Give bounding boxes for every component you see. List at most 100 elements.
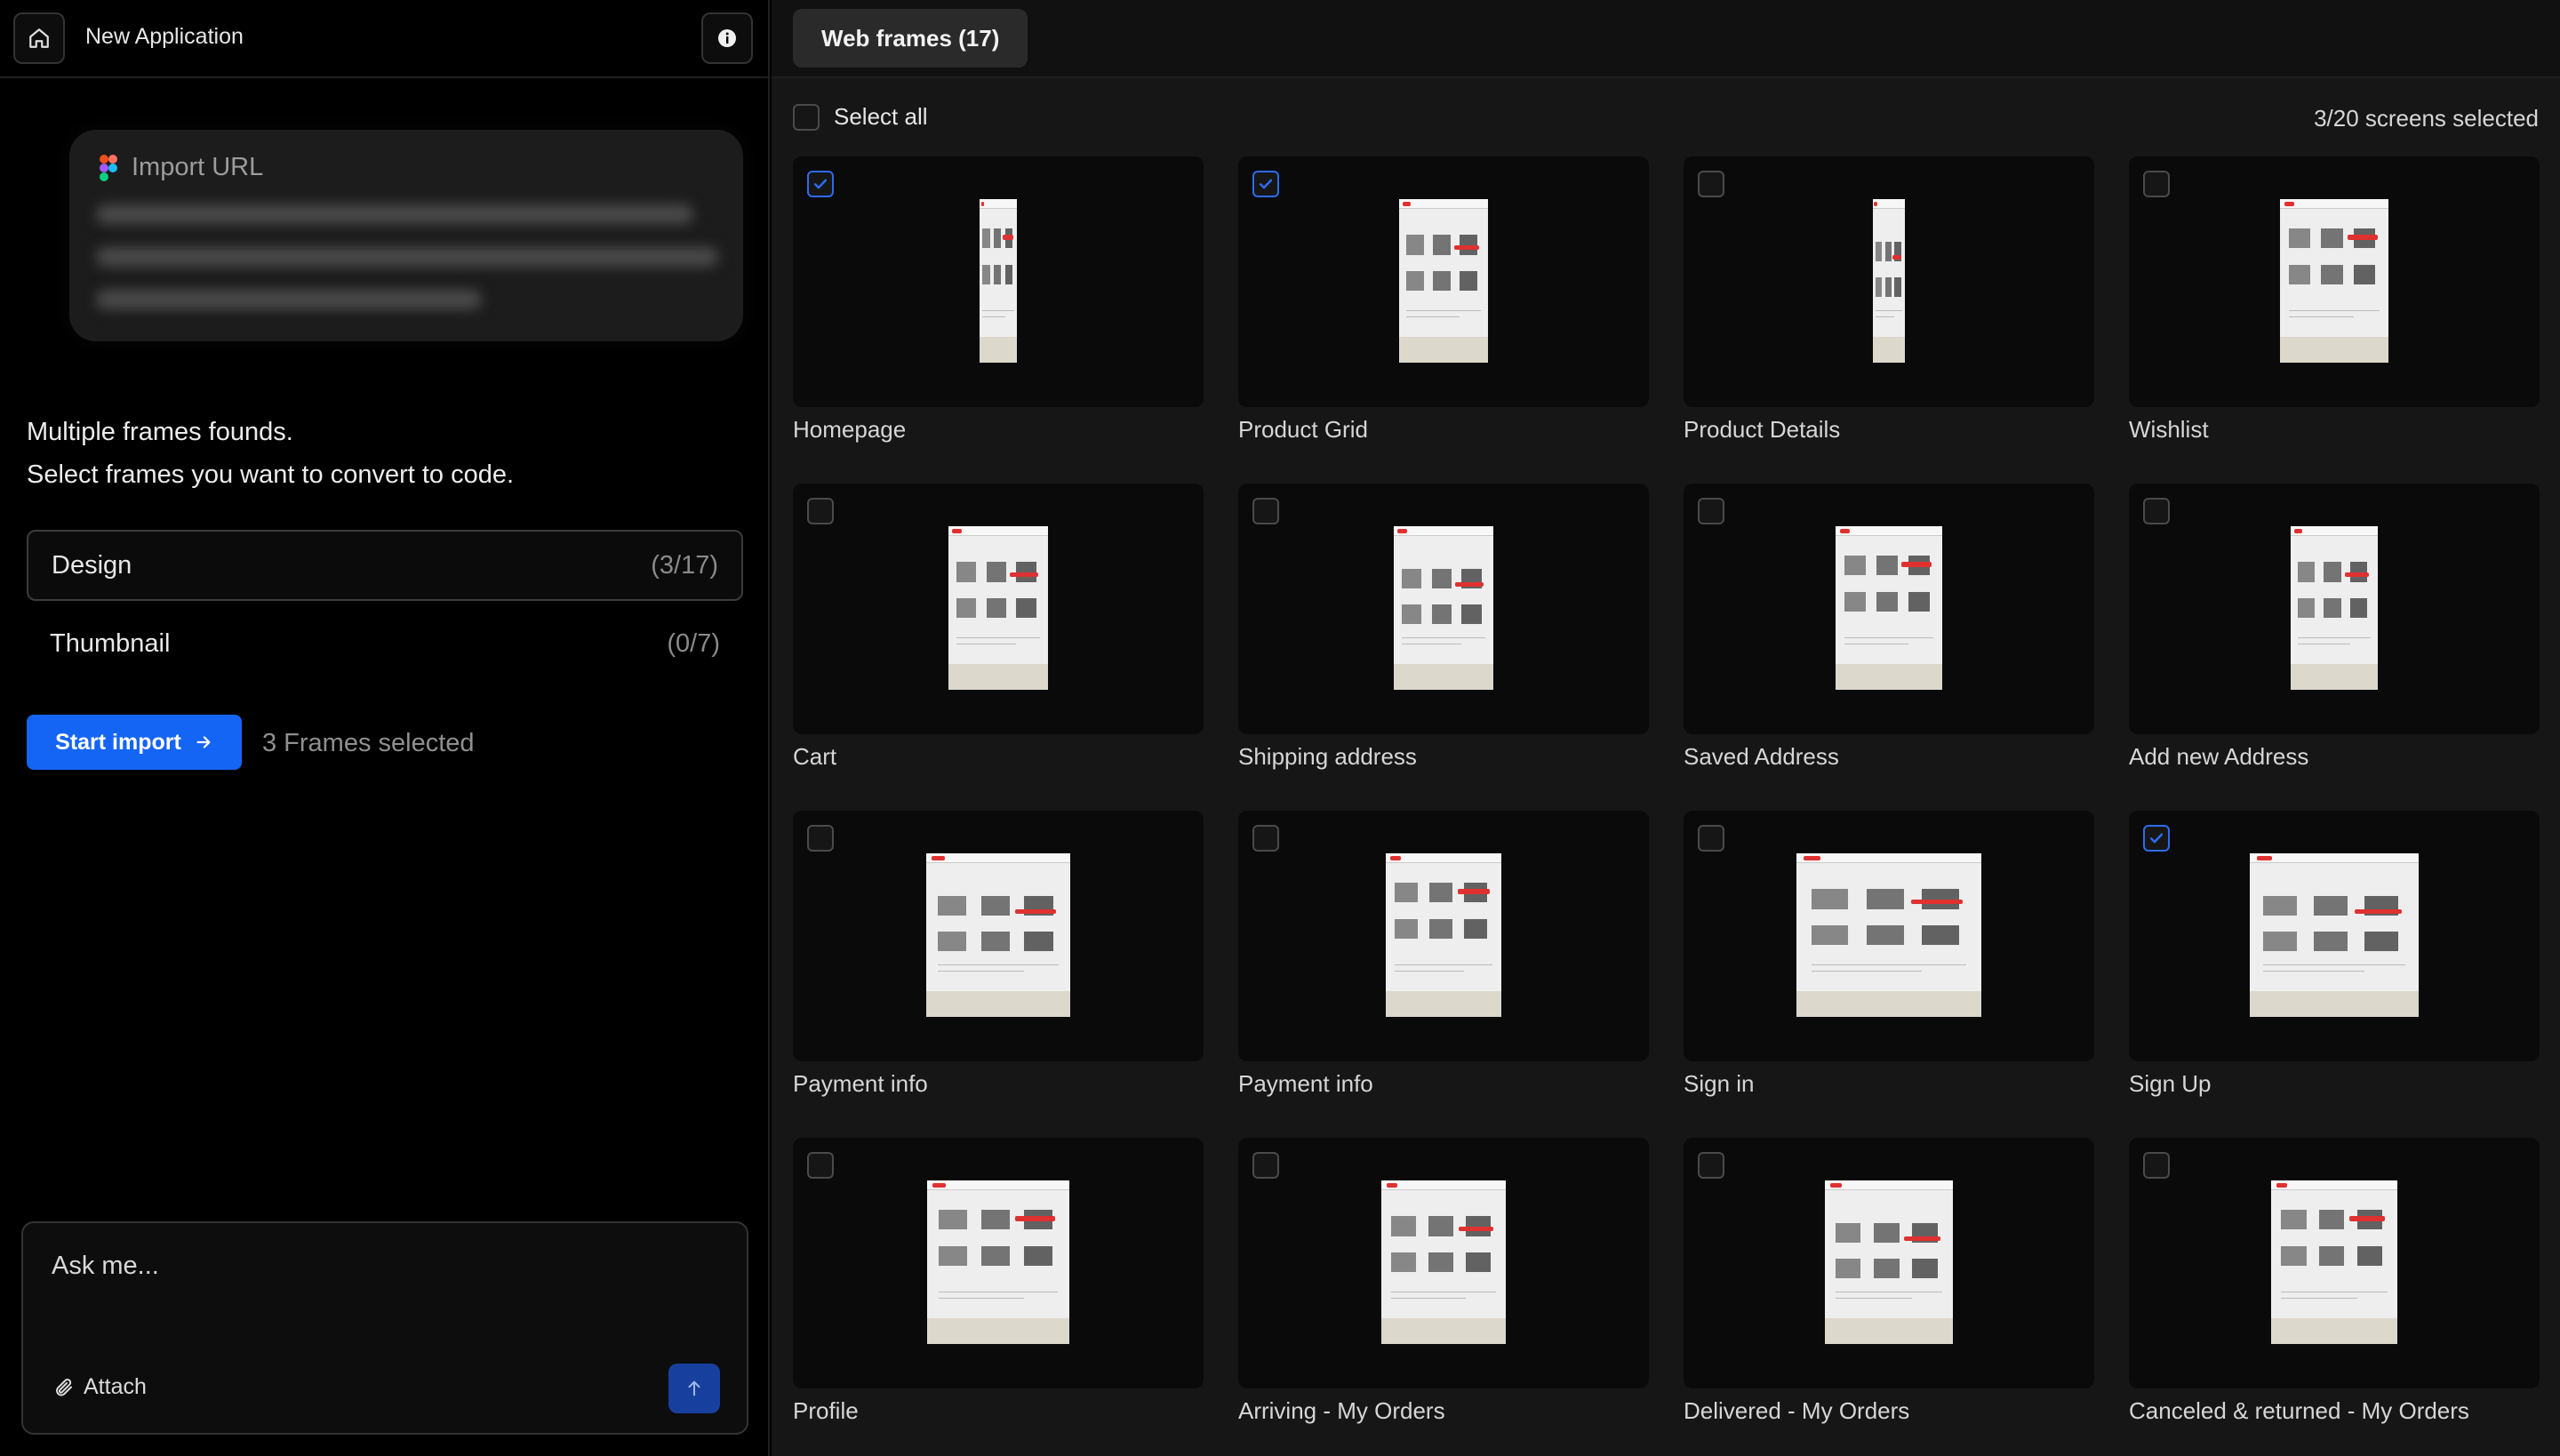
message-line-1: Multiple frames founds. <box>27 418 293 446</box>
info-button[interactable] <box>701 12 753 64</box>
app-title: New Application <box>85 24 244 49</box>
select-all-checkbox[interactable] <box>793 103 820 131</box>
select-all-label: Select all <box>834 103 928 130</box>
frame-card[interactable] <box>793 156 1204 407</box>
screens-selected-count: 3/20 screens selected <box>2314 105 2539 132</box>
frame-label: Arriving - My Orders <box>1238 1397 1445 1424</box>
frame-checkbox[interactable] <box>807 498 834 524</box>
frame-thumbnail <box>2280 199 2388 363</box>
left-panel: New Application Import URL Multiple fram… <box>0 0 770 1456</box>
frame-checkbox[interactable] <box>807 825 834 852</box>
frame-checkbox[interactable] <box>1252 825 1279 852</box>
frame-card[interactable] <box>1684 811 2094 1061</box>
frame-thumbnail <box>2291 526 2378 690</box>
frame-card[interactable] <box>793 811 1204 1061</box>
arrow-right-icon <box>196 736 211 748</box>
frame-thumbnail <box>1873 199 1905 363</box>
select-all-control[interactable]: Select all <box>793 103 928 131</box>
import-url-card[interactable]: Import URL <box>69 130 743 341</box>
message-line-2: Select frames you want to convert to cod… <box>27 460 515 489</box>
frame-card[interactable] <box>2129 484 2540 734</box>
frame-thumbnail <box>1394 526 1493 690</box>
option-design[interactable]: Design (3/17) <box>27 530 743 601</box>
frame-card[interactable] <box>793 1138 1204 1388</box>
figma-icon <box>100 155 117 181</box>
frame-label: Cart <box>793 743 837 770</box>
frame-thumbnail <box>927 1180 1069 1344</box>
frame-label: Sign in <box>1684 1070 1755 1097</box>
frame-label: Payment info <box>1238 1070 1373 1097</box>
frame-thumbnail <box>980 199 1017 363</box>
frame-checkbox[interactable] <box>1698 825 1724 852</box>
frame-label: Delivered - My Orders <box>1684 1397 1910 1424</box>
frame-checkbox[interactable] <box>1252 171 1279 197</box>
option-thumbnail[interactable]: Thumbnail (0/7) <box>27 608 743 679</box>
paperclip-icon <box>56 1378 72 1396</box>
frame-checkbox[interactable] <box>1698 171 1724 197</box>
blurred-url <box>96 204 718 332</box>
attach-button[interactable]: Attach <box>53 1374 147 1400</box>
chat-box[interactable]: Ask me... Attach <box>21 1221 748 1435</box>
frame-label: Add new Address <box>2129 743 2309 770</box>
option-label: Thumbnail <box>50 628 171 658</box>
tab-bar: Web frames (17) <box>772 0 2560 78</box>
frame-checkbox[interactable] <box>2143 498 2170 524</box>
frame-card[interactable] <box>1238 1138 1649 1388</box>
frame-card[interactable] <box>2129 811 2540 1061</box>
frame-label: Saved Address <box>1684 743 1839 770</box>
frame-checkbox[interactable] <box>2143 825 2170 852</box>
start-import-label: Start import <box>55 729 181 755</box>
frame-card[interactable] <box>1238 484 1649 734</box>
frame-card[interactable] <box>1684 156 2094 407</box>
frame-thumbnail <box>1796 853 1981 1017</box>
send-button[interactable] <box>668 1364 720 1413</box>
frame-card[interactable] <box>1238 156 1649 407</box>
frame-label: Canceled & returned - My Orders <box>2129 1397 2469 1424</box>
frame-card[interactable] <box>2129 1138 2540 1388</box>
frame-thumbnail <box>1381 1180 1506 1344</box>
frame-checkbox[interactable] <box>2143 171 2170 197</box>
frame-label: Homepage <box>793 416 907 443</box>
frame-checkbox[interactable] <box>1698 1152 1724 1179</box>
frame-card[interactable] <box>1684 1138 2094 1388</box>
import-url-label: Import URL <box>132 153 264 181</box>
frame-label: Sign Up <box>2129 1070 2212 1097</box>
frame-label: Wishlist <box>2129 416 2209 443</box>
frame-checkbox[interactable] <box>1698 498 1724 524</box>
frame-card[interactable] <box>793 484 1204 734</box>
option-count: (3/17) <box>651 550 718 580</box>
frame-checkbox[interactable] <box>807 171 834 197</box>
frame-label: Product Details <box>1684 416 1841 443</box>
start-import-button[interactable]: Start import <box>27 715 242 770</box>
option-label: Design <box>52 550 132 580</box>
frame-checkbox[interactable] <box>2143 1152 2170 1179</box>
attach-label: Attach <box>84 1374 147 1399</box>
frame-thumbnail <box>926 853 1070 1017</box>
frame-thumbnail <box>948 526 1048 690</box>
info-icon <box>718 29 736 47</box>
frame-thumbnail <box>1825 1180 1953 1344</box>
arrow-up-icon <box>688 1380 700 1396</box>
frame-card[interactable] <box>2129 156 2540 407</box>
frame-label: Product Grid <box>1238 416 1368 443</box>
frames-selected-text: 3 Frames selected <box>262 729 475 757</box>
frame-card[interactable] <box>1238 811 1649 1061</box>
frame-checkbox[interactable] <box>807 1152 834 1179</box>
frame-thumbnail <box>1386 853 1501 1017</box>
left-topbar: New Application <box>0 0 770 78</box>
chat-input[interactable]: Ask me... <box>52 1252 159 1281</box>
frame-label: Shipping address <box>1238 743 1417 770</box>
frame-thumbnail <box>1399 199 1488 363</box>
frame-thumbnail <box>2271 1180 2397 1344</box>
option-count: (0/7) <box>667 628 720 658</box>
frame-label: Payment info <box>793 1070 928 1097</box>
frame-checkbox[interactable] <box>1252 1152 1279 1179</box>
frame-thumbnail <box>2250 853 2419 1017</box>
tab-web-frames[interactable]: Web frames (17) <box>793 9 1028 68</box>
frame-thumbnail <box>1836 526 1942 690</box>
frame-card[interactable] <box>1684 484 2094 734</box>
frame-checkbox[interactable] <box>1252 498 1279 524</box>
frame-label: Profile <box>793 1397 859 1424</box>
home-button[interactable] <box>13 12 65 64</box>
home-icon <box>29 28 49 48</box>
